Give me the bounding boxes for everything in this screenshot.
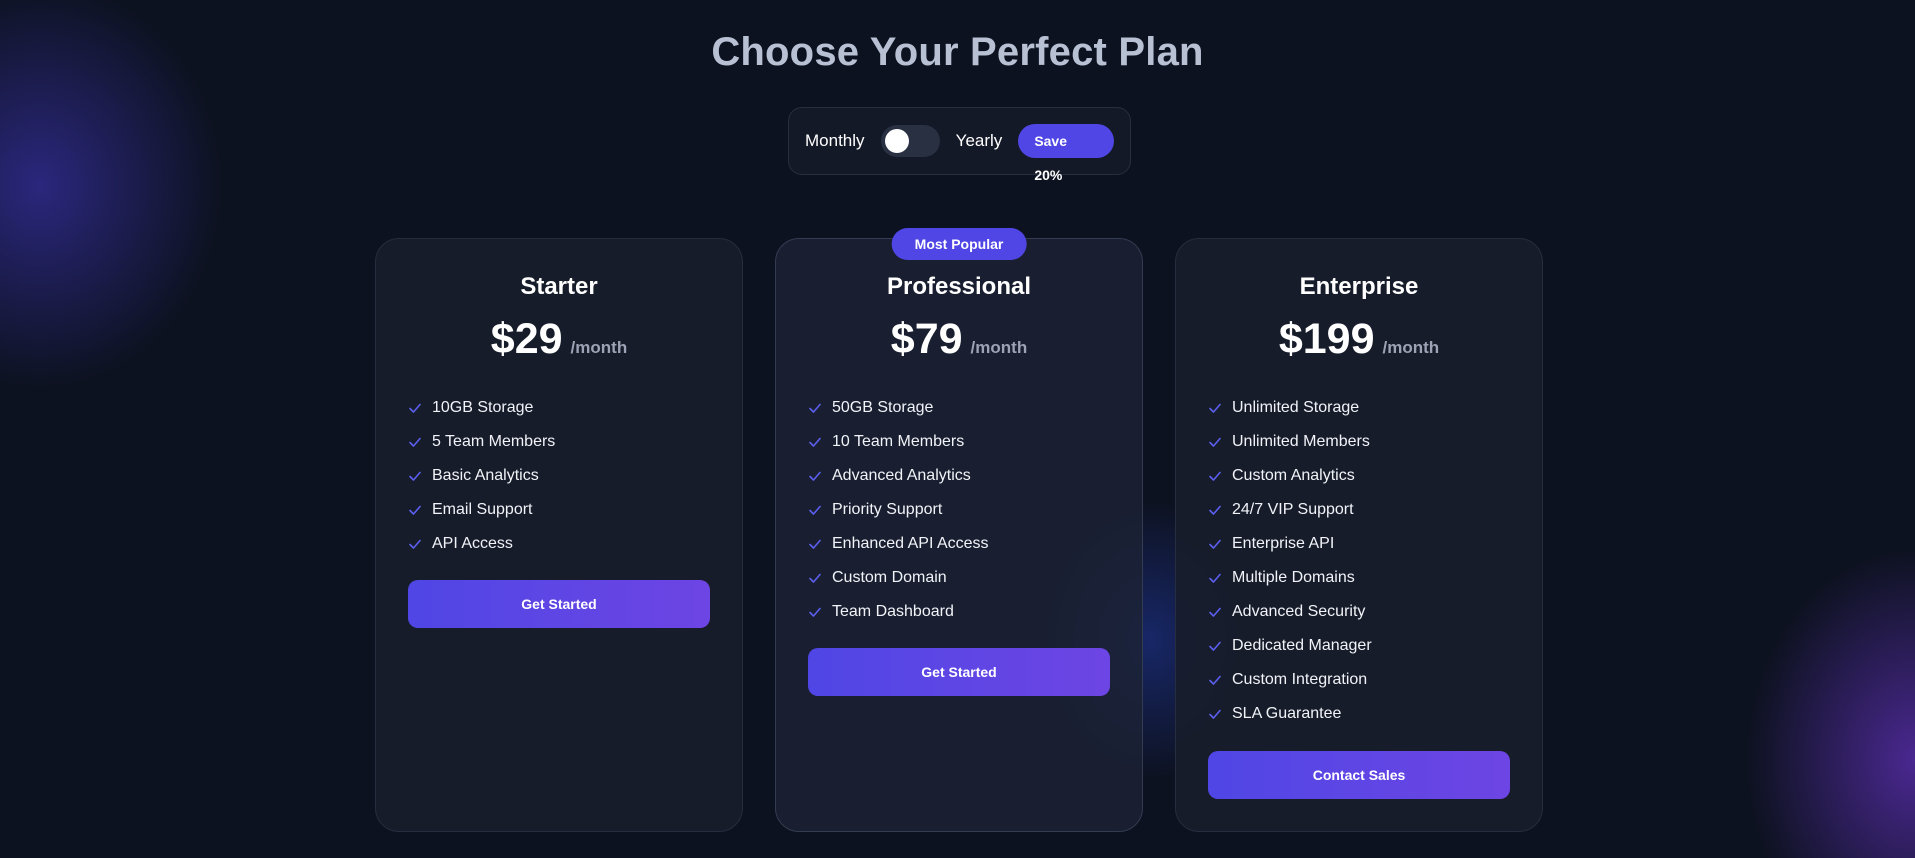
feature-item: Multiple Domains — [1208, 561, 1510, 595]
check-icon — [1209, 607, 1221, 617]
feature-item: Custom Analytics — [1208, 459, 1510, 493]
check-icon — [809, 539, 821, 549]
feature-item: Enterprise API — [1208, 527, 1510, 561]
feature-label: SLA Guarantee — [1232, 705, 1342, 722]
check-icon — [809, 403, 821, 413]
price-period: /month — [570, 338, 628, 357]
feature-item: Dedicated Manager — [1208, 629, 1510, 663]
feature-label: Unlimited Members — [1232, 433, 1370, 450]
feature-label: Custom Domain — [832, 569, 947, 586]
feature-item: Custom Integration — [1208, 663, 1510, 697]
feature-label: 24/7 VIP Support — [1232, 501, 1354, 518]
check-icon — [1209, 437, 1221, 447]
feature-label: Multiple Domains — [1232, 569, 1355, 586]
feature-item: Email Support — [408, 493, 710, 527]
billing-toggle: Monthly Yearly Save 20% — [788, 107, 1131, 183]
billing-period-switch[interactable] — [880, 125, 940, 157]
feature-item: Priority Support — [808, 493, 1110, 527]
price-period: /month — [1382, 338, 1440, 357]
save-badge: Save 20% — [1018, 124, 1114, 183]
feature-label: API Access — [432, 535, 513, 552]
switch-knob — [884, 129, 909, 153]
feature-label: 10GB Storage — [432, 399, 534, 416]
feature-label: Team Dashboard — [832, 603, 954, 620]
feature-label: Unlimited Storage — [1232, 399, 1360, 416]
check-icon — [809, 607, 821, 617]
price-period: /month — [970, 338, 1028, 357]
feature-list: 50GB Storage 10 Team Members Advanced Anal… — [808, 391, 1110, 629]
check-icon — [1209, 573, 1221, 583]
feature-item: SLA Guarantee — [1208, 697, 1510, 731]
yearly-label[interactable]: Yearly — [956, 131, 1003, 151]
feature-item: API Access — [408, 527, 710, 561]
check-icon — [809, 573, 821, 583]
feature-label: Priority Support — [832, 501, 943, 518]
plan-name: Starter — [520, 273, 598, 300]
feature-item: Enhanced API Access — [808, 527, 1110, 561]
feature-item: Advanced Security — [1208, 595, 1510, 629]
check-icon — [809, 505, 821, 515]
feature-item: 24/7 VIP Support — [1208, 493, 1510, 527]
check-icon — [1209, 709, 1221, 719]
check-icon — [409, 505, 421, 515]
check-icon — [809, 471, 821, 481]
feature-item: 5 Team Members — [408, 425, 710, 459]
feature-item: 10 Team Members — [808, 425, 1110, 459]
feature-label: Email Support — [432, 501, 533, 518]
plan-price: $199 — [1278, 315, 1375, 363]
plan-name: Enterprise — [1299, 273, 1419, 300]
plan-card-enterprise: Enterprise $199 /month Unlimited Storage… — [1175, 238, 1543, 832]
check-icon — [1209, 505, 1221, 515]
price-row: $29 /month — [376, 315, 742, 364]
check-icon — [1209, 471, 1221, 481]
most-popular-badge: Most Popular — [891, 228, 1027, 260]
feature-label: Basic Analytics — [432, 467, 539, 484]
contact-sales-button[interactable]: Contact Sales — [1208, 751, 1510, 799]
check-icon — [409, 403, 421, 413]
check-icon — [409, 471, 421, 481]
feature-item: Basic Analytics — [408, 459, 710, 493]
plan-card-starter: Starter $29 /month 10GB Storage 5 Team Me… — [375, 238, 743, 832]
get-started-button[interactable]: Get Started — [808, 648, 1110, 696]
feature-label: 10 Team Members — [832, 433, 965, 450]
check-icon — [1209, 539, 1221, 549]
feature-item: Unlimited Members — [1208, 425, 1510, 459]
monthly-label[interactable]: Monthly — [805, 131, 865, 151]
feature-label: Enterprise API — [1232, 535, 1335, 552]
price-row: $199 /month — [1176, 315, 1542, 364]
feature-item: Advanced Analytics — [808, 459, 1110, 493]
feature-list: Unlimited Storage Unlimited Members Custom… — [1208, 391, 1510, 731]
feature-item: 10GB Storage — [408, 391, 710, 425]
feature-label: Advanced Security — [1232, 603, 1366, 620]
page-title: Choose Your Perfect Plan — [711, 30, 1204, 74]
feature-label: Dedicated Manager — [1232, 637, 1372, 654]
feature-label: 50GB Storage — [832, 399, 934, 416]
feature-item: Custom Domain — [808, 561, 1110, 595]
check-icon — [1209, 675, 1221, 685]
check-icon — [1209, 641, 1221, 651]
check-icon — [409, 539, 421, 549]
feature-label: Advanced Analytics — [832, 467, 971, 484]
check-icon — [409, 437, 421, 447]
feature-label: 5 Team Members — [432, 433, 556, 450]
plan-name: Professional — [886, 273, 1032, 300]
plan-card-professional: Most Popular Professional $79 /month 50G… — [775, 228, 1143, 832]
plan-price: $79 — [890, 315, 963, 363]
feature-item: Unlimited Storage — [1208, 391, 1510, 425]
feature-label: Enhanced API Access — [832, 535, 989, 552]
check-icon — [1209, 403, 1221, 413]
feature-item: 50GB Storage — [808, 391, 1110, 425]
get-started-button[interactable]: Get Started — [408, 580, 710, 628]
feature-list: 10GB Storage 5 Team Members Basic Analytic… — [408, 391, 710, 561]
plan-price: $29 — [490, 315, 563, 363]
price-row: $79 /month — [776, 315, 1142, 364]
feature-item: Team Dashboard — [808, 595, 1110, 629]
feature-label: Custom Integration — [1232, 671, 1368, 688]
feature-label: Custom Analytics — [1232, 467, 1355, 484]
check-icon — [809, 437, 821, 447]
